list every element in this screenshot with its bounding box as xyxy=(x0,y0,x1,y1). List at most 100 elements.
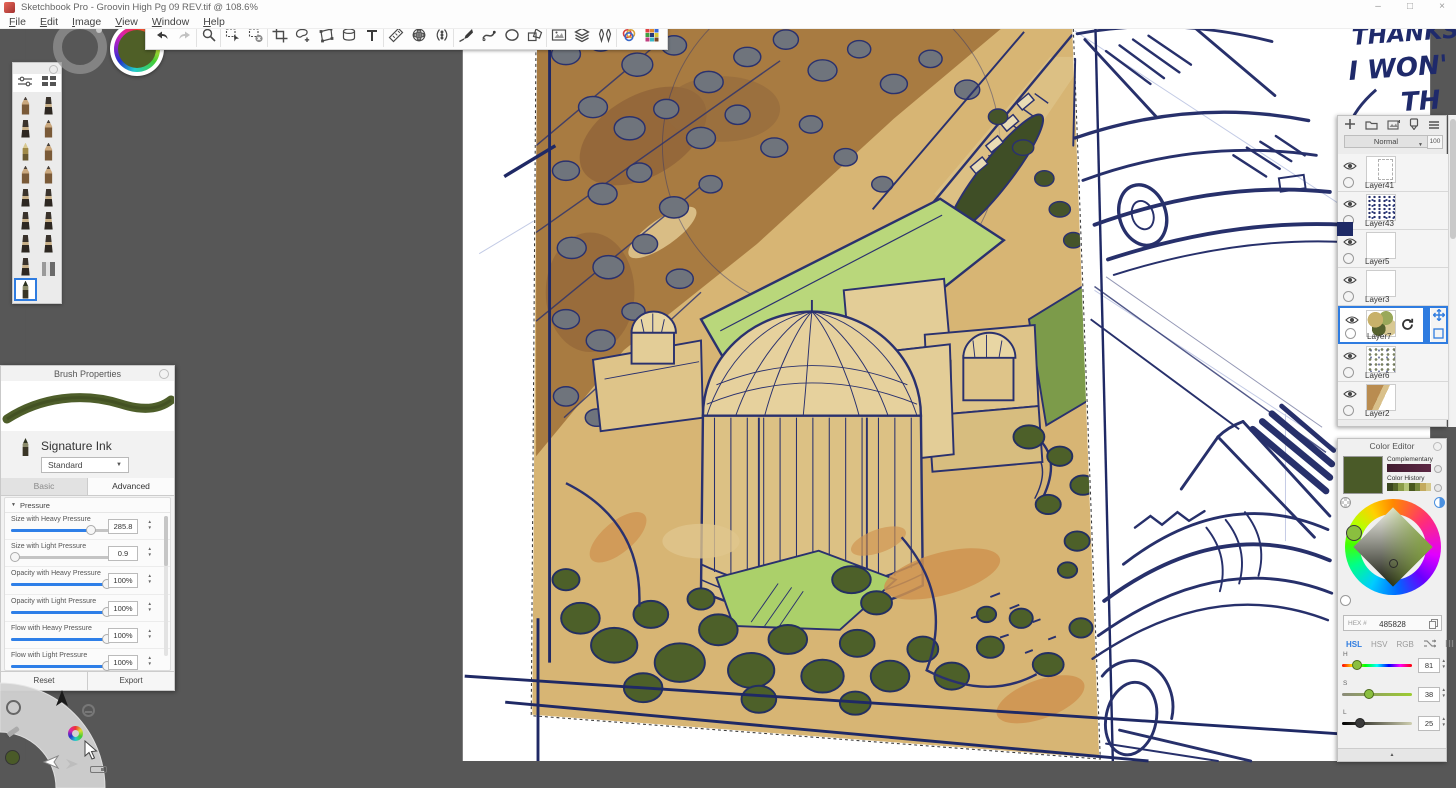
visibility-eye-icon[interactable] xyxy=(1343,348,1357,366)
value-stepper[interactable]: ▲▼ xyxy=(1442,687,1446,698)
brush-tip-icon-selected[interactable] xyxy=(14,278,37,301)
brush-tip-icon[interactable] xyxy=(14,94,37,117)
layer-scroll-indicator[interactable] xyxy=(1423,308,1430,342)
menu-help[interactable]: Help xyxy=(196,16,232,28)
lagoon-disable-icon[interactable] xyxy=(82,704,95,717)
brush-tip-icon[interactable] xyxy=(37,163,60,186)
layer-row-selected[interactable]: Layer7 xyxy=(1338,306,1448,344)
value-stepper[interactable]: ▲▼ xyxy=(148,601,152,612)
complementary-swatch[interactable] xyxy=(1387,464,1431,472)
corner-lagoon[interactable] xyxy=(0,678,150,788)
current-color-swatch[interactable] xyxy=(1343,456,1383,494)
saturation-handle[interactable] xyxy=(1389,559,1398,568)
marker-tool-icon[interactable] xyxy=(1409,117,1419,135)
slider-knob[interactable] xyxy=(86,525,96,535)
menu-view[interactable]: View xyxy=(108,16,145,28)
layer-row[interactable]: Layer2 xyxy=(1338,382,1448,420)
slider-value[interactable]: 285.8 xyxy=(108,519,138,534)
slider-knob[interactable] xyxy=(1355,718,1365,728)
slider-track[interactable] xyxy=(11,583,111,586)
value-stepper[interactable]: ▲▼ xyxy=(148,628,152,639)
menu-edit[interactable]: Edit xyxy=(33,16,65,28)
layers-menu-icon[interactable] xyxy=(1428,117,1440,135)
add-layer-icon[interactable] xyxy=(1344,117,1356,135)
slider-value[interactable]: 100% xyxy=(108,601,138,616)
brush-tip-icon[interactable] xyxy=(14,163,37,186)
minimize-button[interactable]: – xyxy=(1370,0,1386,14)
lock-circle-icon[interactable] xyxy=(1343,253,1354,264)
slider-track[interactable] xyxy=(11,529,111,532)
brush-tip-icon[interactable] xyxy=(37,117,60,140)
layer-row[interactable]: Layer41 xyxy=(1338,154,1448,192)
value-stepper[interactable]: ▲▼ xyxy=(148,519,152,530)
lagoon-arc[interactable] xyxy=(0,683,105,788)
slider-track[interactable] xyxy=(11,556,111,559)
palette-close-icon[interactable] xyxy=(49,65,58,74)
layer-opacity-field[interactable]: 100 xyxy=(1427,135,1443,149)
color-history-swatches[interactable] xyxy=(1387,483,1431,491)
move-layer-icon[interactable] xyxy=(1433,308,1445,326)
pressure-section-header[interactable]: ▼ Pressure xyxy=(5,498,170,513)
value-stepper[interactable]: ▲▼ xyxy=(148,573,152,584)
visibility-eye-icon[interactable] xyxy=(1343,196,1357,214)
history-options-icon[interactable] xyxy=(1434,484,1442,492)
layer-row[interactable]: Layer5 xyxy=(1338,230,1448,268)
visibility-eye-icon[interactable] xyxy=(1343,158,1357,176)
tab-basic[interactable]: Basic xyxy=(1,478,88,495)
tab-advanced[interactable]: Advanced xyxy=(88,478,174,495)
randomize-icon[interactable] xyxy=(1423,639,1436,650)
value-stepper[interactable]: ▲▼ xyxy=(1442,658,1446,669)
hex-value[interactable]: 485828 xyxy=(1344,620,1441,629)
complementary-options-icon[interactable] xyxy=(1434,465,1442,473)
saturation-diamond[interactable] xyxy=(1353,507,1432,586)
brush-type-dropdown[interactable]: Standard ▼ xyxy=(41,457,129,473)
canvas-artwork[interactable]: THANKS I WON' TH xyxy=(0,28,1456,788)
brush-tip-icon[interactable] xyxy=(37,209,60,232)
lock-circle-icon[interactable] xyxy=(1343,177,1354,188)
slider-track[interactable] xyxy=(11,611,111,614)
menu-window[interactable]: Window xyxy=(145,16,196,28)
brush-tip-icon[interactable] xyxy=(37,232,60,255)
lock-circle-icon[interactable] xyxy=(1343,405,1354,416)
slider-knob[interactable] xyxy=(1364,689,1374,699)
layer-bounds-icon[interactable] xyxy=(1433,326,1444,344)
brush-tip-icon[interactable] xyxy=(14,209,37,232)
value-stepper[interactable]: ▲▼ xyxy=(148,655,152,666)
brush-tip-icon[interactable] xyxy=(37,186,60,209)
lagoon-slider-icon[interactable] xyxy=(90,766,107,773)
copy-icon[interactable] xyxy=(1429,619,1438,631)
blend-mode-dropdown[interactable]: Normal▼ xyxy=(1344,135,1428,148)
hue-handle[interactable] xyxy=(1346,525,1362,541)
title-bar[interactable]: Sketchbook Pro - Groovin High Pg 09 REV.… xyxy=(0,0,1456,15)
close-button[interactable]: × xyxy=(1434,0,1450,14)
brush-tip-icon[interactable] xyxy=(14,255,37,278)
hex-field[interactable]: HEX # 485828 xyxy=(1343,615,1442,631)
collapse-handle[interactable]: ▲ xyxy=(1338,748,1446,761)
color-wheel[interactable] xyxy=(1345,499,1441,595)
saturation-slider[interactable] xyxy=(1342,693,1412,696)
sync-icon[interactable] xyxy=(1400,317,1415,337)
slider-value[interactable]: 25 xyxy=(1418,716,1440,731)
brush-tip-icon[interactable] xyxy=(37,140,60,163)
menu-file[interactable]: File xyxy=(2,16,33,28)
lagoon-colorwheel-icon[interactable] xyxy=(68,726,83,741)
tab-hsv[interactable]: HSV xyxy=(1371,640,1387,649)
brush-tip-icon[interactable] xyxy=(37,94,60,117)
lock-circle-icon[interactable] xyxy=(1343,291,1354,302)
brush-tip-icon[interactable] xyxy=(14,117,37,140)
slider-value[interactable]: 100% xyxy=(108,628,138,643)
visibility-eye-icon[interactable] xyxy=(1343,234,1357,252)
lock-circle-icon[interactable] xyxy=(1343,367,1354,378)
visibility-eye-icon[interactable] xyxy=(1343,386,1357,404)
layer-row[interactable]: Layer3 xyxy=(1338,268,1448,306)
brush-library-icon[interactable] xyxy=(41,74,57,92)
value-stepper[interactable]: ▲▼ xyxy=(1442,716,1446,727)
lock-circle-icon[interactable] xyxy=(1345,328,1356,339)
menu-image[interactable]: Image xyxy=(65,16,108,28)
slider-value[interactable]: 81 xyxy=(1418,658,1440,673)
lagoon-color-swatch[interactable] xyxy=(5,750,20,765)
brush-settings-icon[interactable] xyxy=(17,74,33,92)
brush-tip-icon[interactable] xyxy=(14,140,37,163)
slider-track[interactable] xyxy=(11,638,111,641)
panel-close-icon[interactable] xyxy=(159,369,169,379)
